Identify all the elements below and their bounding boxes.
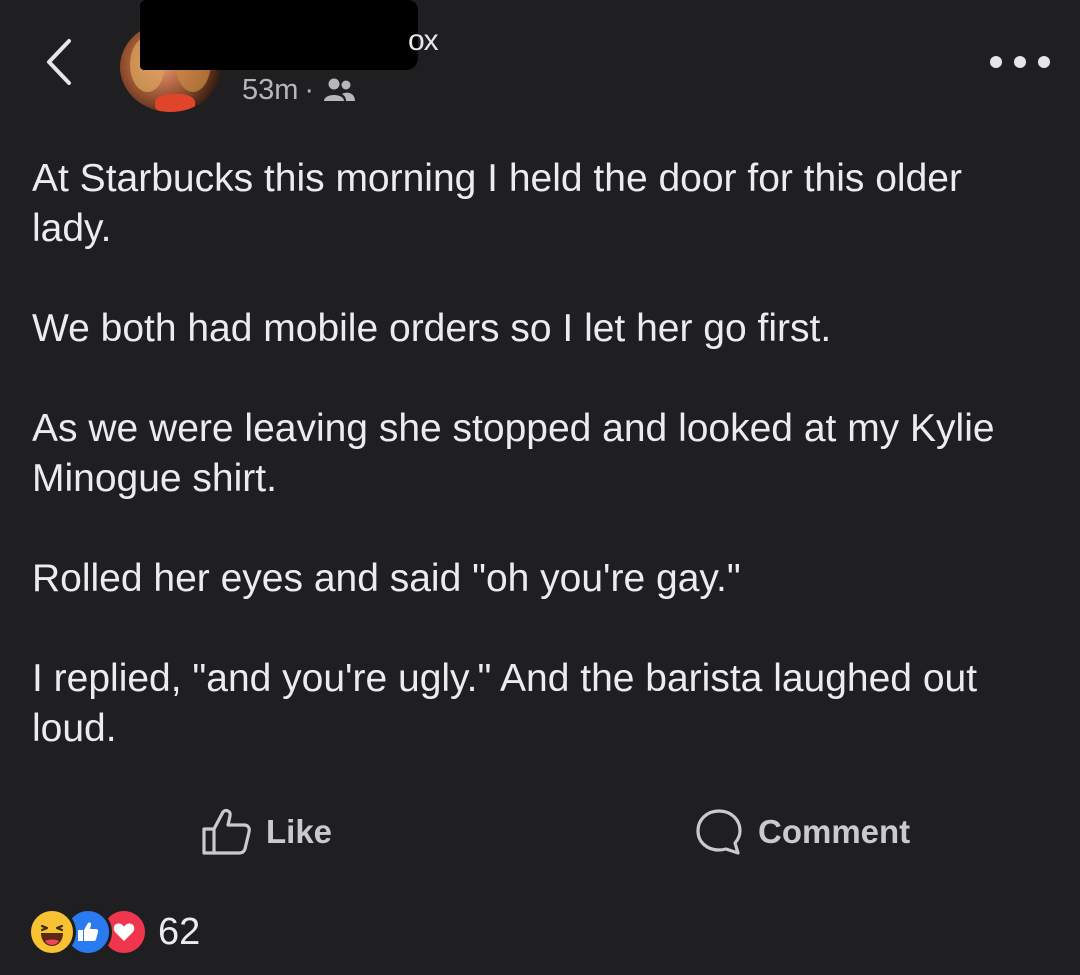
post-header: ox 53m ·	[0, 0, 1080, 130]
back-button[interactable]	[36, 36, 80, 88]
post-paragraph: As we were leaving she stopped and looke…	[32, 407, 995, 500]
more-horizontal-icon	[990, 56, 1002, 68]
haha-reaction-icon	[28, 908, 76, 956]
author-name-fragment[interactable]: ox	[408, 24, 439, 58]
chevron-left-icon	[47, 39, 71, 85]
reaction-summary[interactable]: 62	[28, 906, 200, 958]
redacted-author-name	[140, 0, 418, 70]
comment-bubble-icon	[696, 809, 742, 855]
friends-icon[interactable]	[322, 76, 356, 104]
post-actions: Like Comment	[0, 800, 1080, 864]
post-meta: 53m ·	[242, 70, 356, 110]
meta-separator: ·	[304, 73, 315, 106]
post-text: At Starbucks this morning I held the doo…	[32, 154, 1042, 804]
like-button[interactable]: Like	[200, 804, 332, 860]
post-paragraph: At Starbucks this morning I held the doo…	[32, 157, 962, 250]
comment-button[interactable]: Comment	[694, 804, 910, 860]
comment-label: Comment	[758, 813, 911, 850]
post-paragraph: I replied, "and you're ugly." And the ba…	[32, 657, 978, 750]
more-options-button[interactable]	[990, 45, 1050, 79]
thumbs-up-icon	[202, 809, 251, 855]
post-paragraph: We both had mobile orders so I let her g…	[32, 307, 832, 350]
reaction-count: 62	[158, 910, 201, 953]
timestamp[interactable]: 53m	[242, 74, 298, 107]
post-paragraph: Rolled her eyes and said "oh you're gay.…	[32, 557, 741, 600]
like-label: Like	[266, 813, 333, 850]
